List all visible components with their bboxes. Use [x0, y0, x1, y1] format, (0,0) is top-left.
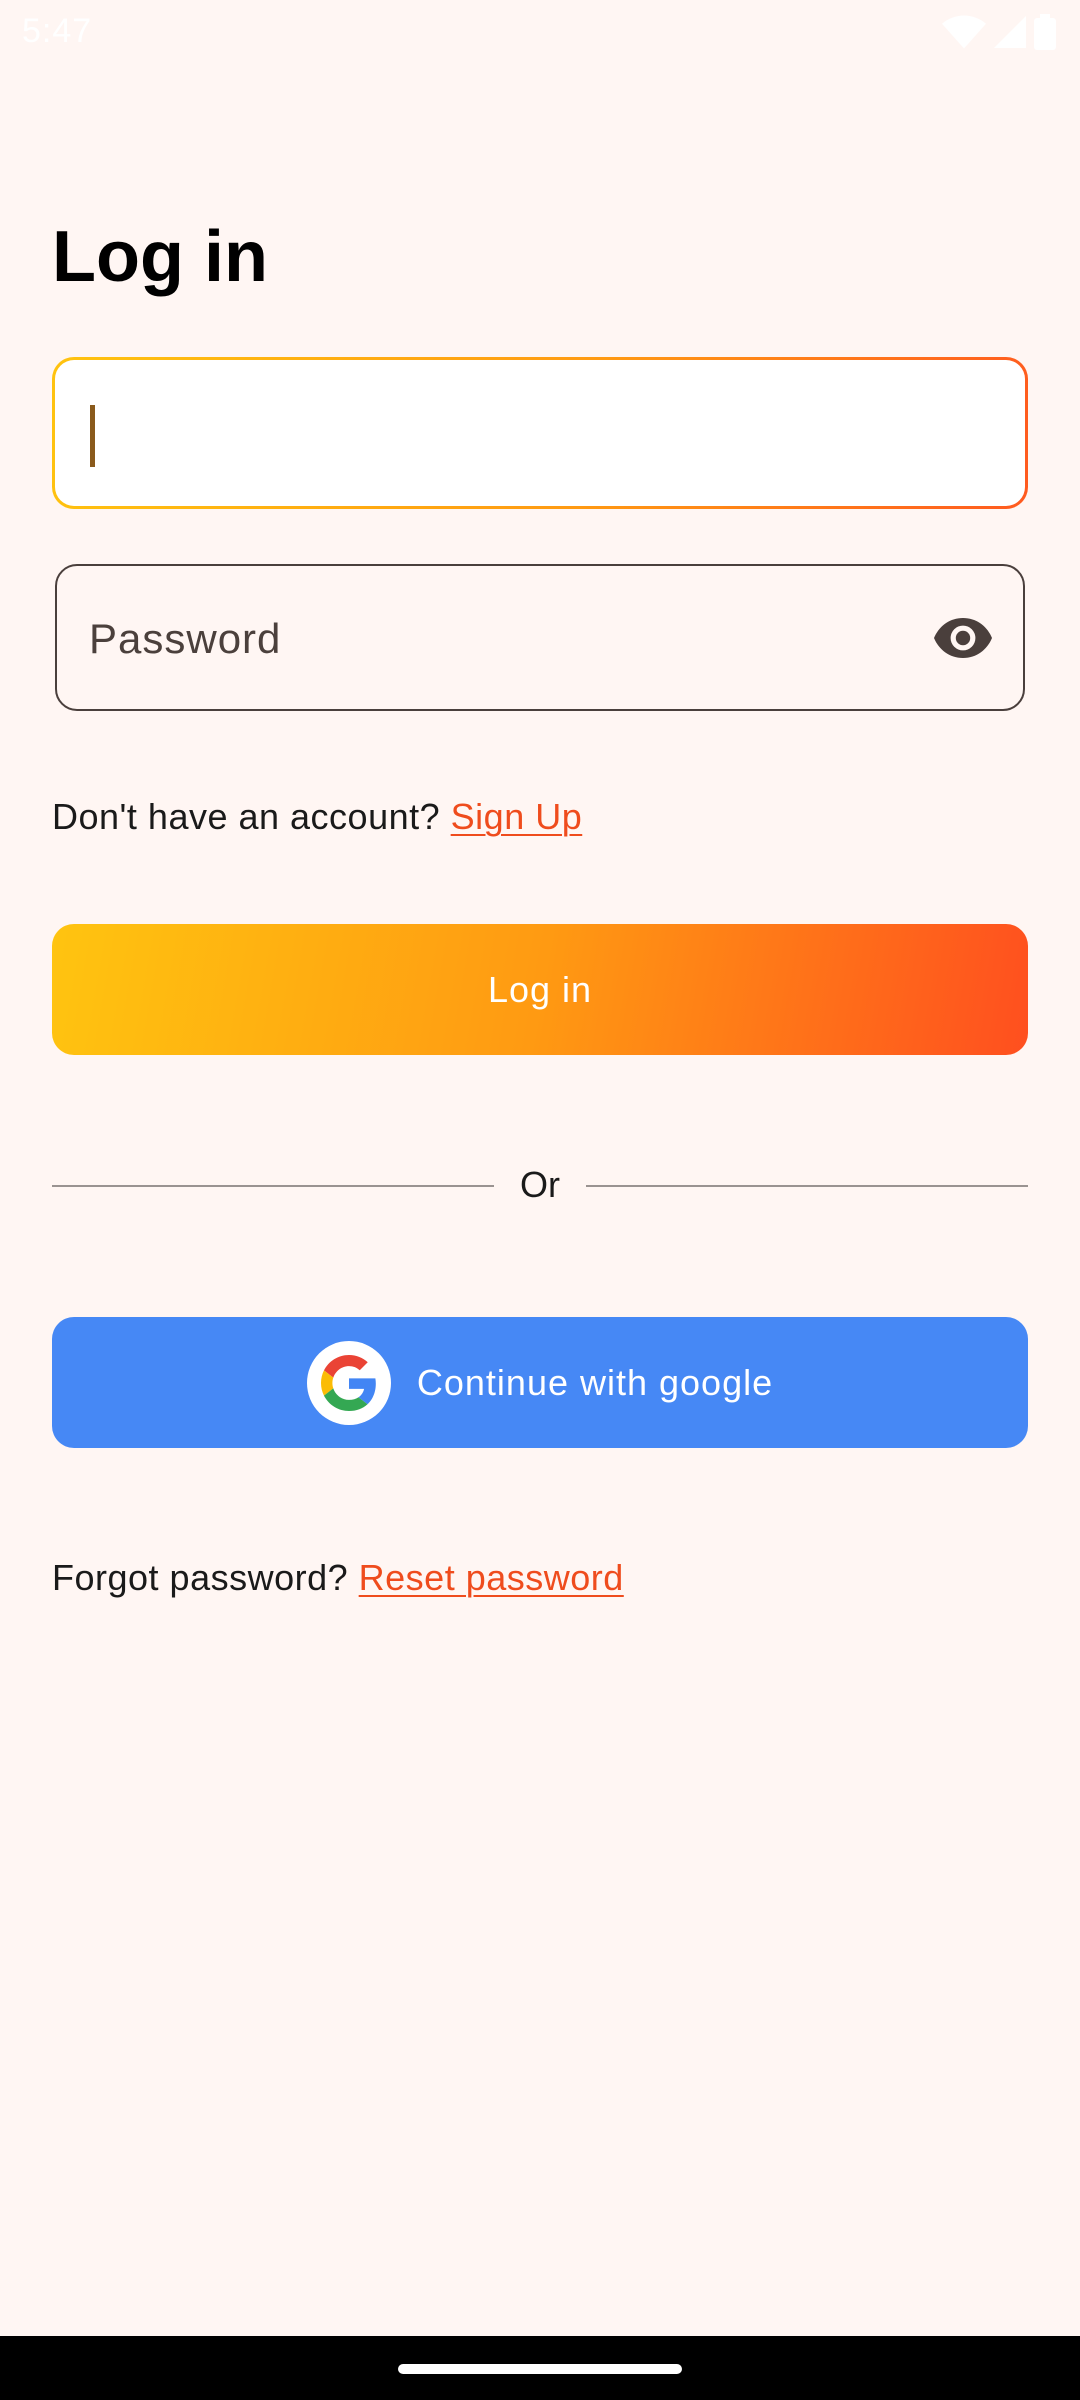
- signup-prompt-text: Don't have an account?: [52, 796, 441, 837]
- eye-icon[interactable]: [933, 616, 993, 660]
- status-time: 5:47: [22, 12, 93, 50]
- battery-icon: [1034, 14, 1056, 50]
- status-bar: 5:47: [0, 0, 1080, 64]
- status-icons: [942, 14, 1056, 50]
- email-field[interactable]: [52, 357, 1028, 509]
- signup-prompt: Don't have an account? Sign Up: [52, 796, 582, 838]
- forgot-password-prompt: Forgot password? Reset password: [52, 1557, 624, 1599]
- google-signin-button[interactable]: Continue with google: [52, 1317, 1028, 1448]
- email-input[interactable]: [85, 360, 989, 508]
- google-logo-icon: [306, 1340, 391, 1425]
- signup-link[interactable]: Sign Up: [451, 796, 583, 837]
- password-field[interactable]: [55, 564, 1025, 711]
- cellular-icon: [994, 16, 1026, 48]
- wifi-icon: [942, 15, 986, 49]
- divider-line-right: [586, 1185, 1028, 1187]
- home-gesture-handle[interactable]: [398, 2364, 682, 2374]
- password-input[interactable]: [87, 566, 911, 711]
- login-button[interactable]: Log in: [52, 924, 1028, 1055]
- reset-password-link[interactable]: Reset password: [359, 1557, 624, 1598]
- or-divider: Or: [52, 1160, 1028, 1210]
- forgot-prompt-text: Forgot password?: [52, 1557, 349, 1598]
- email-field-inner[interactable]: [55, 360, 1025, 508]
- page-title: Log in: [52, 217, 268, 297]
- system-nav-bar: [0, 2336, 1080, 2400]
- google-button-label: Continue with google: [416, 1361, 774, 1403]
